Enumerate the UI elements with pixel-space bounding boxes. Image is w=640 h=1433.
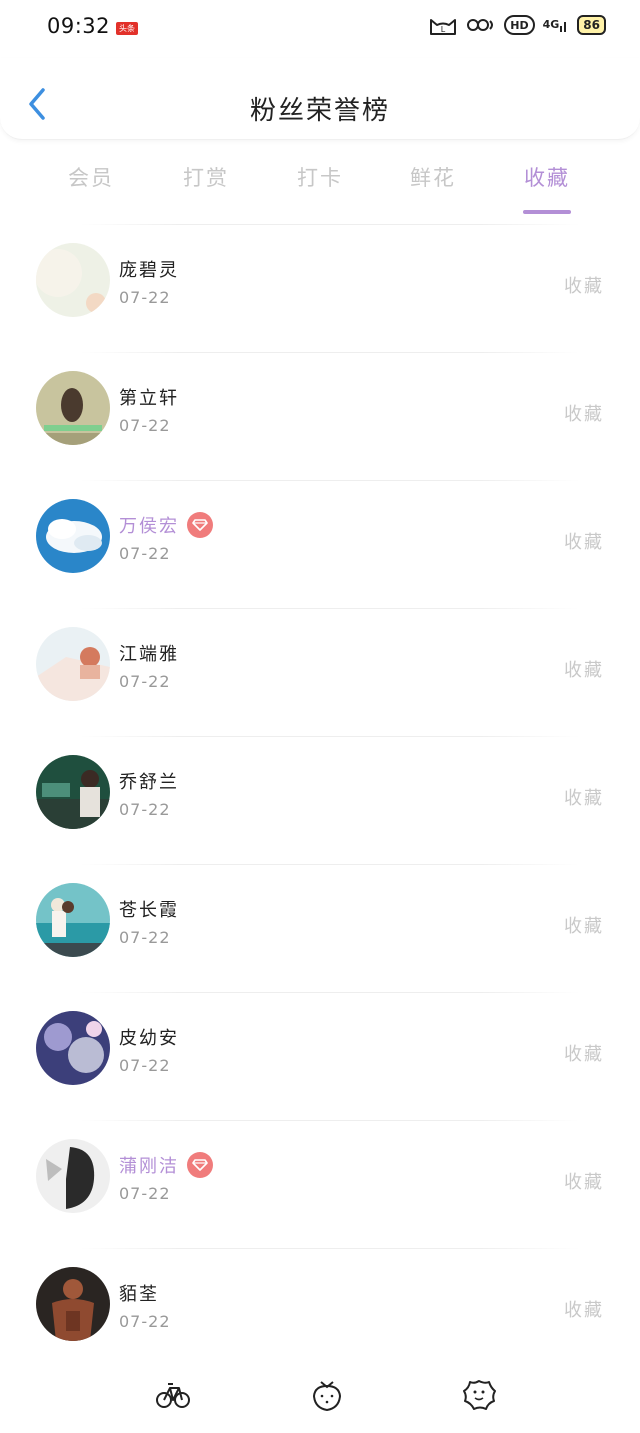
diamond-icon: [187, 1152, 213, 1178]
battery-level: 86: [583, 18, 600, 32]
tab-rewards[interactable]: 打赏: [151, 162, 261, 192]
user-name: 江端雅: [119, 644, 179, 665]
item-date: 07-22: [119, 800, 171, 819]
app-header: 粉丝荣誉榜: [0, 58, 640, 140]
user-name: 乔舒兰: [119, 772, 179, 793]
wifi-icon: [466, 14, 496, 36]
avatar: [36, 1267, 110, 1341]
item-action-label: 收藏: [564, 1300, 604, 1321]
item-action-label: 收藏: [564, 788, 604, 809]
page-title: 粉丝荣誉榜: [249, 96, 390, 126]
tab-checkin[interactable]: 打卡: [265, 162, 375, 192]
list-item[interactable]: 蒲刚洁 07-22 收藏: [0, 1120, 640, 1248]
avatar: [36, 755, 110, 829]
news-app-badge: 头条: [116, 22, 138, 35]
list-item[interactable]: 庞碧灵 07-22 收藏: [0, 224, 640, 352]
list-item[interactable]: 貊荃 07-22 收藏: [0, 1248, 640, 1376]
item-date: 07-22: [119, 416, 171, 435]
item-action-label: 收藏: [564, 1044, 604, 1065]
list-item[interactable]: 万侯宏 07-22 收藏: [0, 480, 640, 608]
user-name: 蒲刚洁: [119, 1156, 179, 1177]
user-name: 第立轩: [119, 388, 179, 409]
diamond-icon: [187, 512, 213, 538]
item-date: 07-22: [119, 672, 171, 691]
fan-list: 庞碧灵 07-22 收藏 第立轩 07-22 收藏 万侯宏 07-22 收藏 江…: [0, 224, 640, 1376]
user-name: 貊荃: [119, 1284, 159, 1305]
item-date: 07-22: [119, 1184, 171, 1203]
avatar: [36, 1011, 110, 1085]
avatar: [36, 371, 110, 445]
battery-icon: 86: [577, 15, 606, 35]
user-name: 苍长霞: [119, 900, 179, 921]
item-action-label: 收藏: [564, 532, 604, 553]
user-name: 万侯宏: [119, 516, 179, 537]
tab-flowers[interactable]: 鲜花: [378, 162, 488, 192]
list-item[interactable]: 第立轩 07-22 收藏: [0, 352, 640, 480]
list-item[interactable]: 皮幼安 07-22 收藏: [0, 992, 640, 1120]
status-time: 09:32: [47, 14, 111, 38]
user-name: 皮幼安: [119, 1028, 179, 1049]
item-date: 07-22: [119, 1312, 171, 1331]
svg-text:L: L: [441, 25, 446, 34]
signal-icon: 4G: [543, 16, 570, 34]
cat-face-icon: L: [428, 14, 458, 36]
network-type-label: 4G: [542, 18, 560, 31]
avatar: [36, 627, 110, 701]
user-name: 庞碧灵: [119, 260, 179, 281]
avatar: [36, 883, 110, 957]
list-item[interactable]: 乔舒兰 07-22 收藏: [0, 736, 640, 864]
tab-favorites[interactable]: 收藏: [492, 162, 602, 214]
list-item[interactable]: 苍长霞 07-22 收藏: [0, 864, 640, 992]
hd-icon: HD: [504, 15, 535, 35]
item-date: 07-22: [119, 288, 171, 307]
status-icons: L HD 4G 86: [428, 14, 606, 36]
item-date: 07-22: [119, 544, 171, 563]
avatar: [36, 243, 110, 317]
list-item[interactable]: 江端雅 07-22 收藏: [0, 608, 640, 736]
active-tab-indicator: [523, 210, 571, 214]
item-action-label: 收藏: [564, 404, 604, 425]
status-bar: 09:32 头条 L HD 4G 86: [0, 0, 640, 58]
item-action-label: 收藏: [564, 1172, 604, 1193]
item-action-label: 收藏: [564, 660, 604, 681]
cookie-icon[interactable]: [461, 1376, 497, 1412]
item-action-label: 收藏: [564, 276, 604, 297]
item-date: 07-22: [119, 1056, 171, 1075]
bicycle-icon[interactable]: [155, 1376, 191, 1412]
item-action-label: 收藏: [564, 916, 604, 937]
tab-members[interactable]: 会员: [36, 162, 146, 192]
bottom-toolbar: [0, 1362, 640, 1422]
tab-bar: 会员 打赏 打卡 鲜花 收藏: [0, 150, 640, 214]
strawberry-icon[interactable]: [309, 1376, 345, 1412]
tab-favorites-label: 收藏: [524, 166, 570, 190]
item-date: 07-22: [119, 928, 171, 947]
avatar: [36, 1139, 110, 1213]
avatar: [36, 499, 110, 573]
